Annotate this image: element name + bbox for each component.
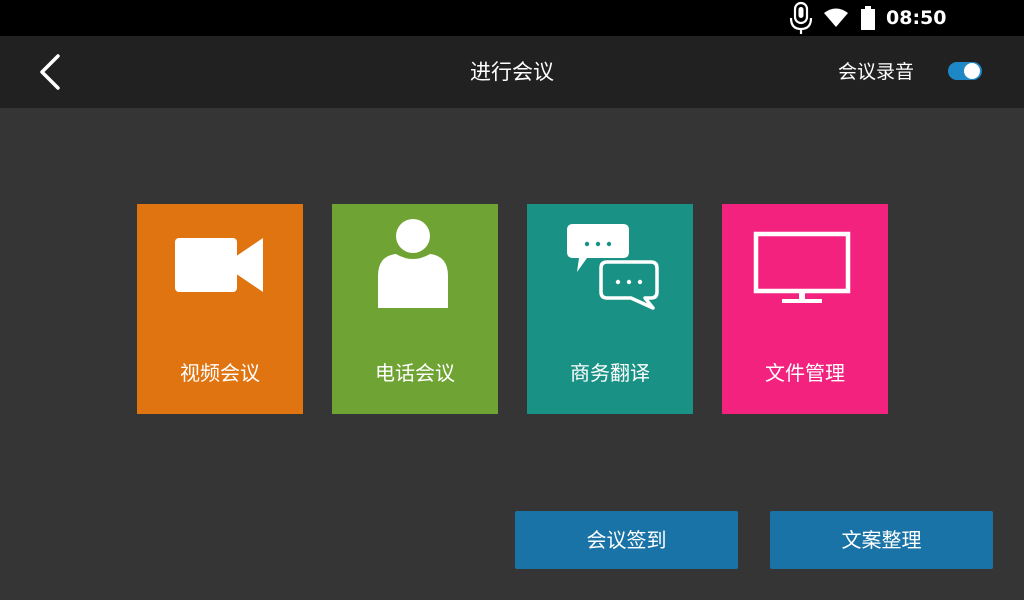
person-icon	[378, 219, 448, 308]
title-bar: 进行会议 会议录音	[0, 36, 1024, 108]
tile-file-management[interactable]: 文件管理	[722, 204, 888, 414]
mic-icon	[789, 1, 813, 34]
tile-business-translation[interactable]: 商务翻译	[527, 204, 693, 414]
tile-phone-conference[interactable]: 电话会议	[332, 204, 498, 414]
tile-label: 商务翻译	[570, 361, 650, 385]
recording-label: 会议录音	[838, 61, 915, 83]
toggle-knob	[964, 63, 980, 79]
video-camera-icon	[175, 238, 263, 292]
tile-video-conference[interactable]: 视频会议	[137, 204, 303, 414]
document-organize-button[interactable]: 文案整理	[770, 511, 993, 569]
meeting-signin-button[interactable]: 会议签到	[515, 511, 738, 569]
tile-label: 电话会议	[375, 361, 455, 385]
status-bar: 08:50	[0, 0, 1024, 36]
chat-bubbles-icon	[567, 224, 659, 310]
tile-label: 文件管理	[765, 361, 845, 385]
recording-toggle[interactable]	[948, 62, 982, 80]
wifi-icon	[824, 8, 848, 27]
monitor-icon	[753, 231, 851, 303]
battery-icon	[861, 6, 875, 30]
tile-label: 视频会议	[180, 361, 260, 385]
clock-time: 08:50	[886, 7, 947, 29]
